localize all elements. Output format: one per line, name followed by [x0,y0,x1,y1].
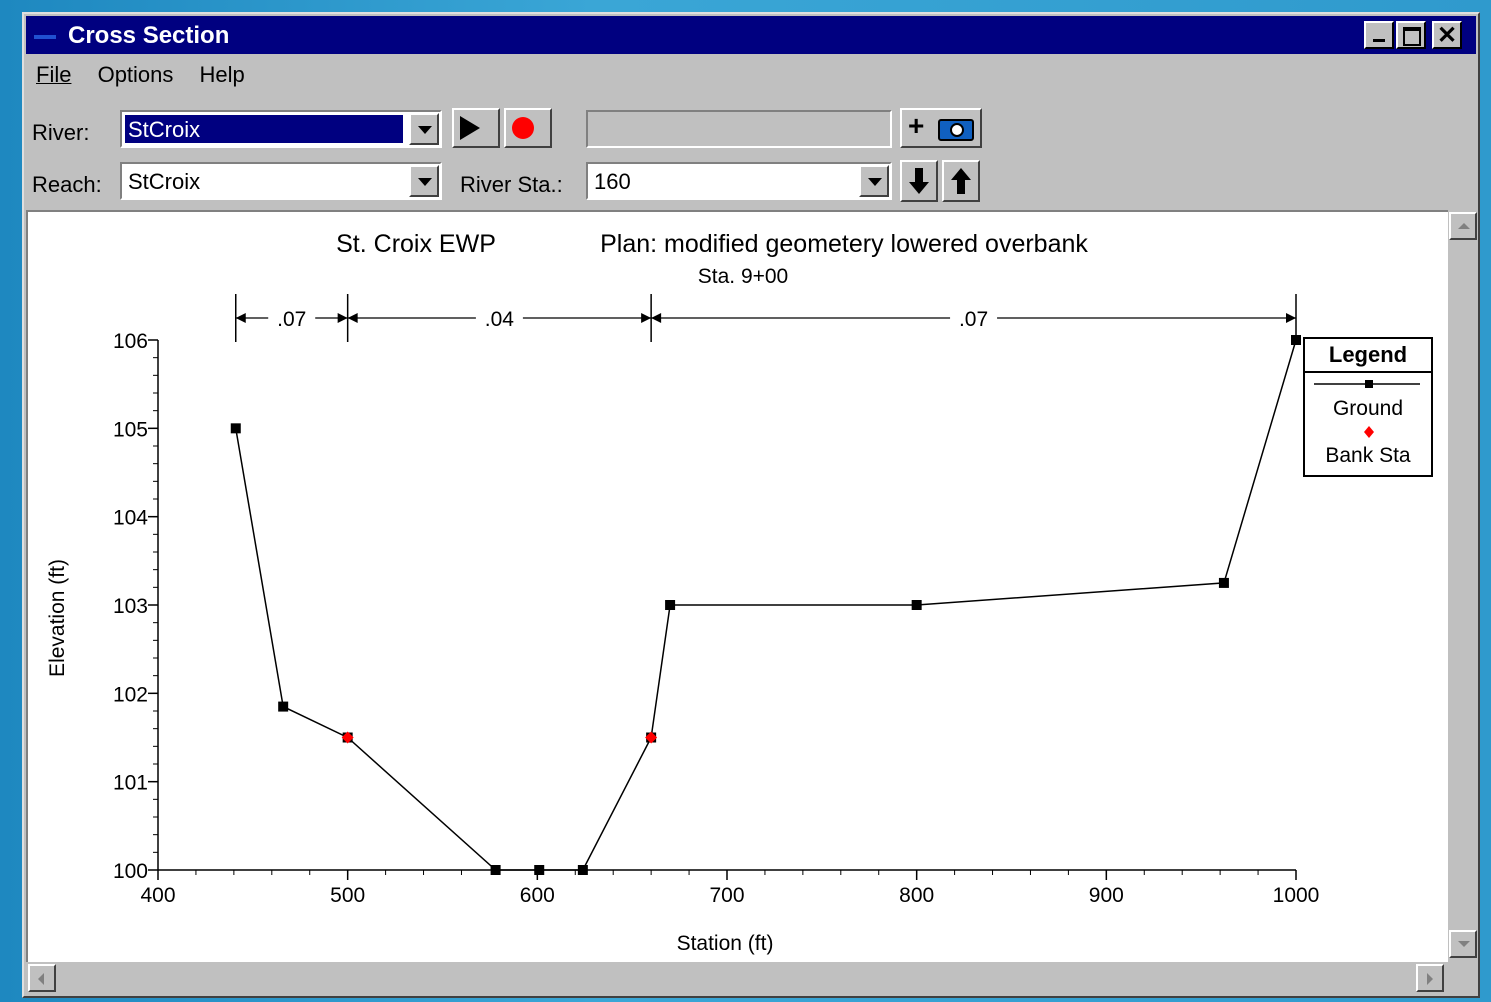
minimize-icon [1373,39,1385,42]
system-menu-icon[interactable] [34,35,56,39]
n-value-label: .07 [277,308,306,331]
legend: Legend Ground Bank Sta [1303,337,1433,477]
river-select-value: StCroix [128,117,201,142]
river-dropdown-button[interactable] [409,113,439,145]
river-sta-dropdown-button[interactable] [859,165,889,197]
arrow-up-icon [951,168,971,194]
reach-label: Reach: [32,172,102,197]
scroll-left-icon [38,973,44,985]
record-icon [512,117,534,139]
menu-bar: File Options Help [36,62,265,88]
n-arrowhead [651,313,662,323]
play-icon [460,116,480,140]
horizontal-scrollbar[interactable] [26,962,1448,994]
profile-field[interactable] [586,110,892,148]
ground-point [490,865,501,875]
next-station-up-button[interactable] [942,160,980,202]
y-axis-label: Elevation (ft) [46,559,69,677]
ground-point [278,701,289,712]
maximize-button[interactable] [1396,21,1426,49]
run-button[interactable] [452,108,500,148]
scroll-down-button[interactable] [1449,930,1477,958]
legend-ground-marker [1365,380,1373,388]
legend-bank-sta: Bank Sta [1325,444,1411,467]
maximize-icon [1403,27,1421,46]
river-sta-select[interactable]: 160 [586,162,892,200]
record-button[interactable] [504,108,552,148]
scroll-left-button[interactable] [28,964,56,992]
reach-select-value: StCroix [128,169,201,194]
legend-title: Legend [1329,342,1407,367]
y-tick-label: 100 [113,860,148,883]
y-tick-label: 102 [113,683,148,706]
ground-line [235,339,1297,871]
x-tick-label: 700 [709,884,744,907]
plus-icon: + [908,110,925,141]
close-button[interactable]: ✕ [1432,21,1462,49]
n-value-label: .04 [485,308,515,331]
x-tick-label: 800 [899,884,934,907]
scroll-right-button[interactable] [1416,964,1444,992]
river-label: River: [32,120,90,145]
ground-point [230,423,241,434]
n-arrowhead [337,313,348,323]
reach-dropdown-button[interactable] [409,165,439,197]
n-value-label: .07 [959,308,988,331]
x-tick-label: 1000 [1273,884,1320,907]
x-tick-label: 900 [1089,884,1124,907]
ground-point [577,865,588,875]
x-tick-label: 600 [520,884,555,907]
next-station-down-button[interactable] [900,160,938,202]
y-tick-label: 104 [113,507,148,530]
scroll-up-icon [1458,223,1470,229]
ground-point [665,600,676,610]
chart-title: St. Croix EWP [336,230,496,258]
arrow-down-icon [909,168,929,194]
x-tick-label: 500 [330,884,365,907]
chart-plan: Plan: modified geometery lowered overban… [600,230,1088,258]
legend-ground: Ground [1333,397,1403,420]
x-tick-label: 400 [140,884,175,907]
y-tick-label: 105 [113,418,148,441]
minimize-button[interactable] [1364,21,1394,49]
reach-select[interactable]: StCroix [120,162,442,200]
close-icon: ✕ [1437,22,1458,49]
n-arrowhead [347,313,358,323]
scroll-down-icon [1458,941,1470,947]
river-sta-select-value: 160 [594,169,631,194]
chart-station-label: Sta. 9+00 [698,265,789,288]
menu-help[interactable]: Help [200,62,245,87]
x-axis-label: Station (ft) [677,932,774,955]
menu-file[interactable]: File [36,62,71,87]
y-tick-label: 101 [113,772,148,795]
y-tick-label: 103 [113,595,148,618]
add-plot-snapshot-button[interactable]: + [900,108,982,148]
n-arrowhead [1286,313,1296,323]
window-title: Cross Section [68,22,230,49]
ground-point [1291,335,1301,345]
scroll-up-button[interactable] [1449,212,1477,240]
y-tick-label: 106 [113,330,148,353]
cross-section-window: Cross Section ✕ File Options Help River:… [22,12,1480,998]
river-select[interactable]: StCroix [120,110,442,148]
menu-options[interactable]: Options [98,62,174,87]
camera-icon [938,119,974,141]
cross-section-plot: St. Croix EWP Plan: modified geometery l… [26,210,1448,962]
ground-point [534,865,545,875]
ground-point [1218,577,1229,588]
vertical-scrollbar[interactable] [1448,210,1478,962]
n-arrowhead [235,313,246,323]
river-sta-label: River Sta.: [460,172,563,197]
title-bar[interactable]: Cross Section ✕ [26,16,1476,54]
ground-point [911,600,922,610]
n-arrowhead [641,313,652,323]
cross-section-chart: St. Croix EWP Plan: modified geometery l… [46,230,1433,955]
scroll-right-icon [1427,973,1433,985]
